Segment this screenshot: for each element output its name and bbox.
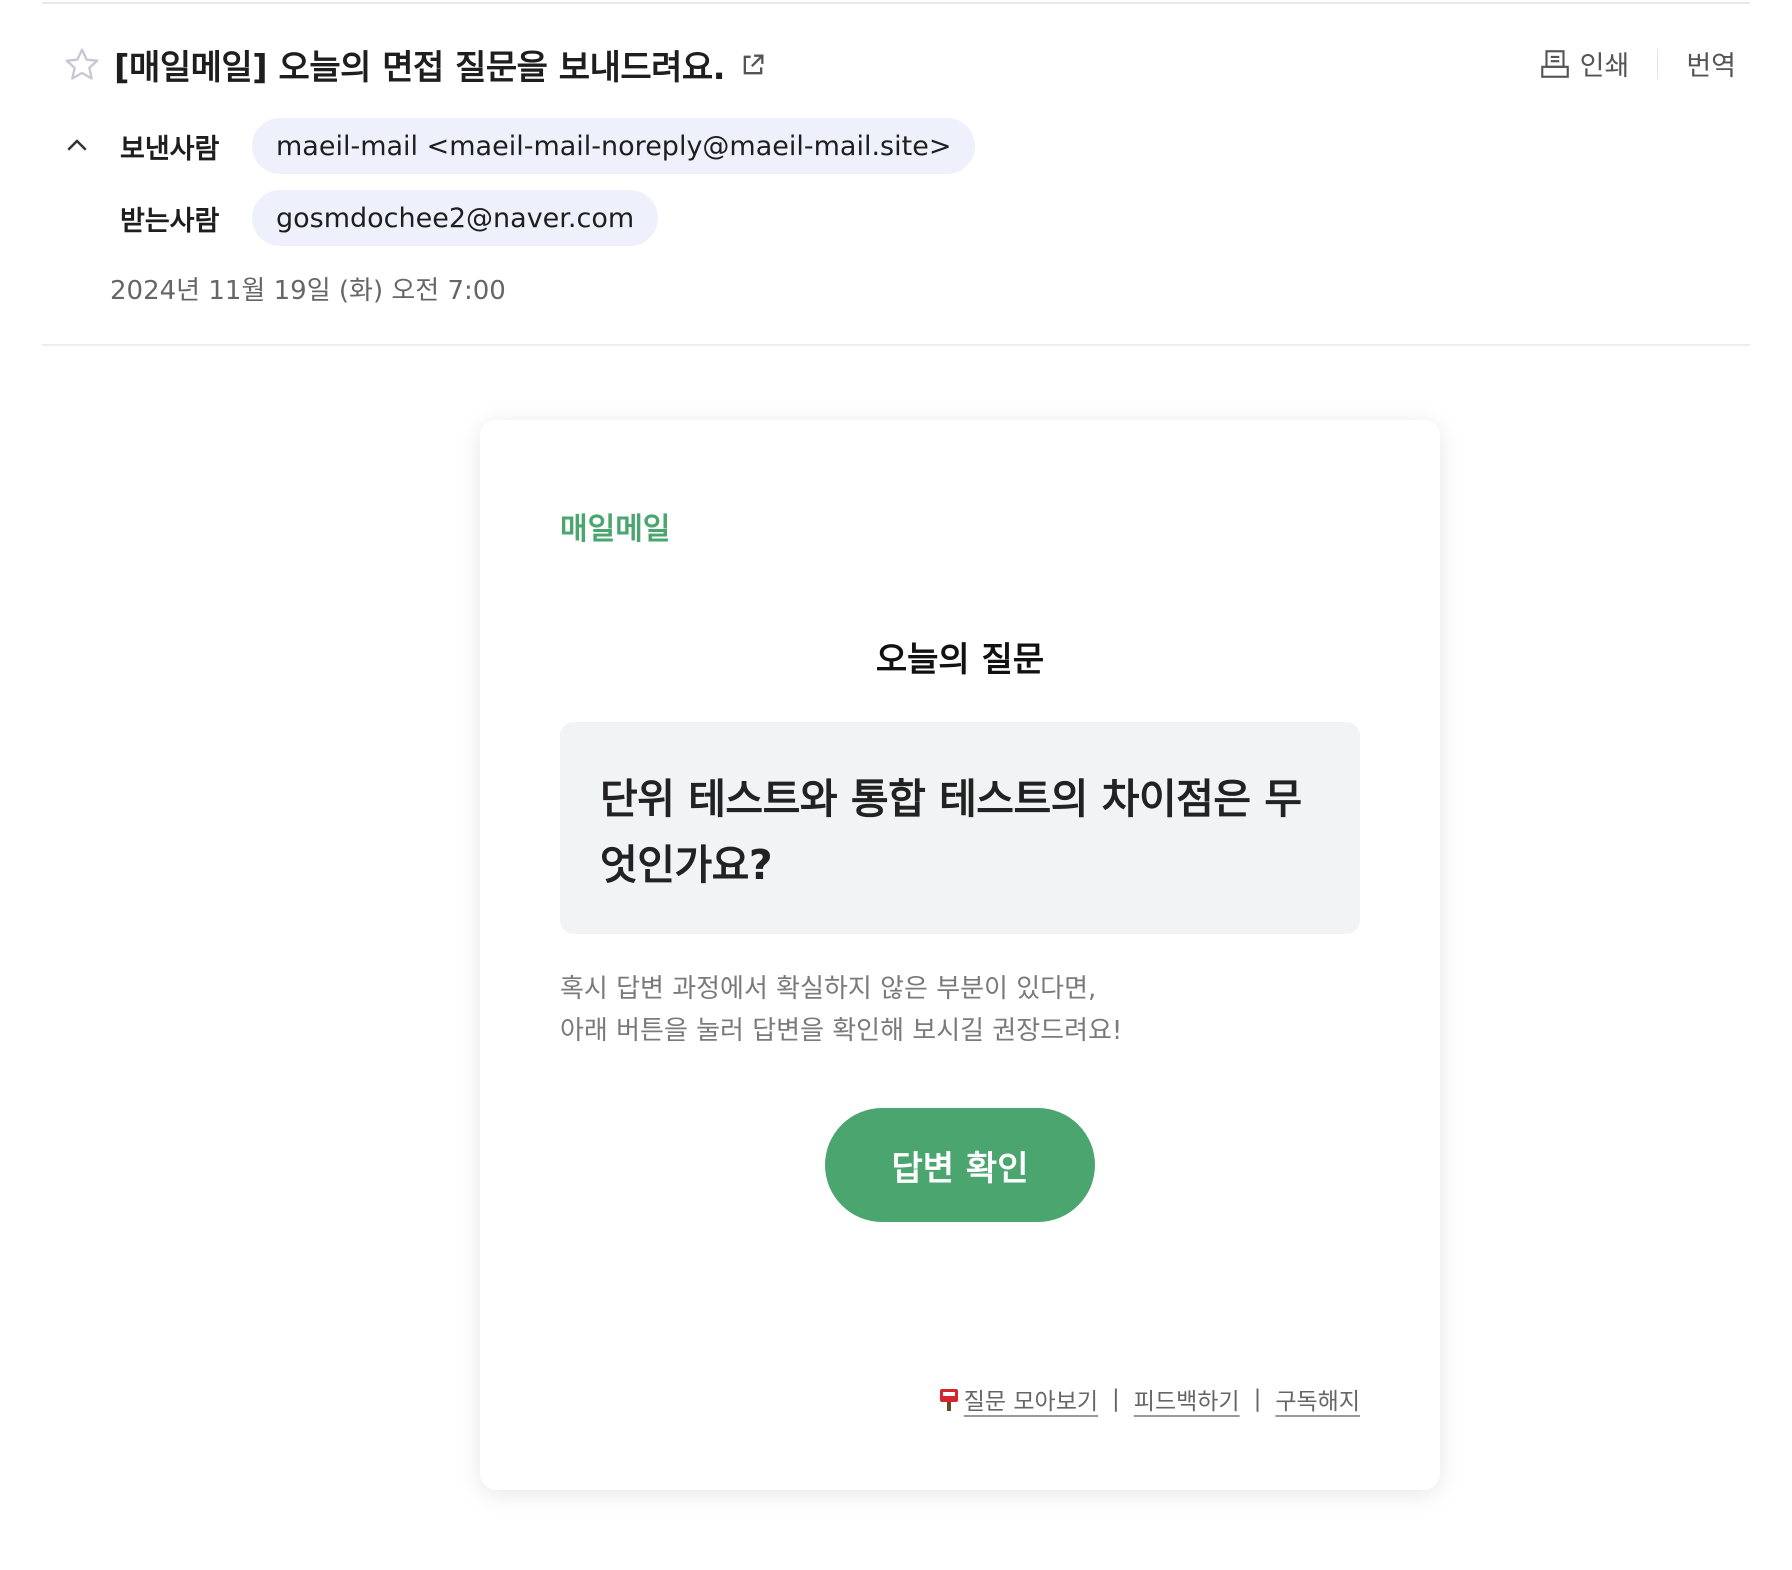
collect-questions-label: 질문 모아보기	[963, 1389, 1099, 1415]
footer-separator: |	[1253, 1386, 1262, 1412]
question-line-1: 단위 테스트와 통합 테스트의 차이점은 무	[600, 775, 1302, 823]
recipient-row: 받는사람 gosmdochee2@naver.com	[62, 190, 659, 246]
mail-header: [매일메일] 오늘의 면접 질문을 보내드려요. 인쇄 번역 보낸사람 maei…	[42, 0, 1750, 346]
printer-icon	[1538, 47, 1572, 81]
mail-date: 2024년 11월 19일 (화) 오전 7:00	[110, 276, 506, 306]
description-line-1: 혹시 답변 과정에서 확실하지 않은 부분이 있다면,	[560, 974, 1097, 1004]
check-answer-button[interactable]: 답변 확인	[825, 1108, 1095, 1222]
unsubscribe-link[interactable]: 구독해지	[1275, 1382, 1360, 1416]
feedback-link[interactable]: 피드백하기	[1134, 1382, 1240, 1416]
brand-logo: 매일메일	[560, 512, 671, 547]
translate-label: 번역	[1686, 51, 1736, 82]
translate-button[interactable]: 번역	[1686, 44, 1736, 83]
print-label: 인쇄	[1579, 51, 1630, 82]
subject-row: [매일메일] 오늘의 면접 질문을 보내드려요.	[62, 40, 767, 89]
question-line-2: 엇인가요?	[600, 841, 773, 889]
recipient-label: 받는사람	[120, 205, 220, 237]
mail-body-card: 매일메일 오늘의 질문 단위 테스트와 통합 테스트의 차이점은 무 엇인가요?…	[480, 420, 1440, 1490]
recipient-pill[interactable]: gosmdochee2@naver.com	[252, 190, 659, 246]
sender-row: 보낸사람 maeil-mail <maeil-mail-noreply@maei…	[62, 118, 976, 174]
question-heading: 오늘의 질문	[875, 640, 1045, 680]
mail-actions: 인쇄 번역	[1538, 44, 1736, 83]
collect-questions-link[interactable]: 질문 모아보기	[938, 1382, 1098, 1416]
question-box: 단위 테스트와 통합 테스트의 차이점은 무 엇인가요?	[560, 722, 1360, 934]
chevron-up-icon[interactable]	[62, 131, 92, 161]
mailbox-icon	[938, 1386, 960, 1412]
mail-subject: [매일메일] 오늘의 면접 질문을 보내드려요.	[114, 48, 726, 88]
footer-separator: |	[1112, 1386, 1120, 1412]
sender-label: 보낸사람	[120, 133, 220, 165]
print-button[interactable]: 인쇄	[1538, 44, 1630, 83]
star-icon[interactable]	[62, 45, 102, 85]
description-line-2: 아래 버튼을 눌러 답변을 확인해 보시길 권장드려요!	[560, 1016, 1123, 1046]
footer-links: 질문 모아보기 | 피드백하기 | 구독해지	[938, 1382, 1360, 1416]
description: 혹시 답변 과정에서 확실하지 않은 부분이 있다면, 아래 버튼을 눌러 답변…	[560, 968, 1360, 1052]
sender-pill[interactable]: maeil-mail <maeil-mail-noreply@maeil-mai…	[252, 118, 976, 174]
external-link-icon[interactable]	[739, 51, 767, 79]
action-separator	[1657, 48, 1659, 79]
